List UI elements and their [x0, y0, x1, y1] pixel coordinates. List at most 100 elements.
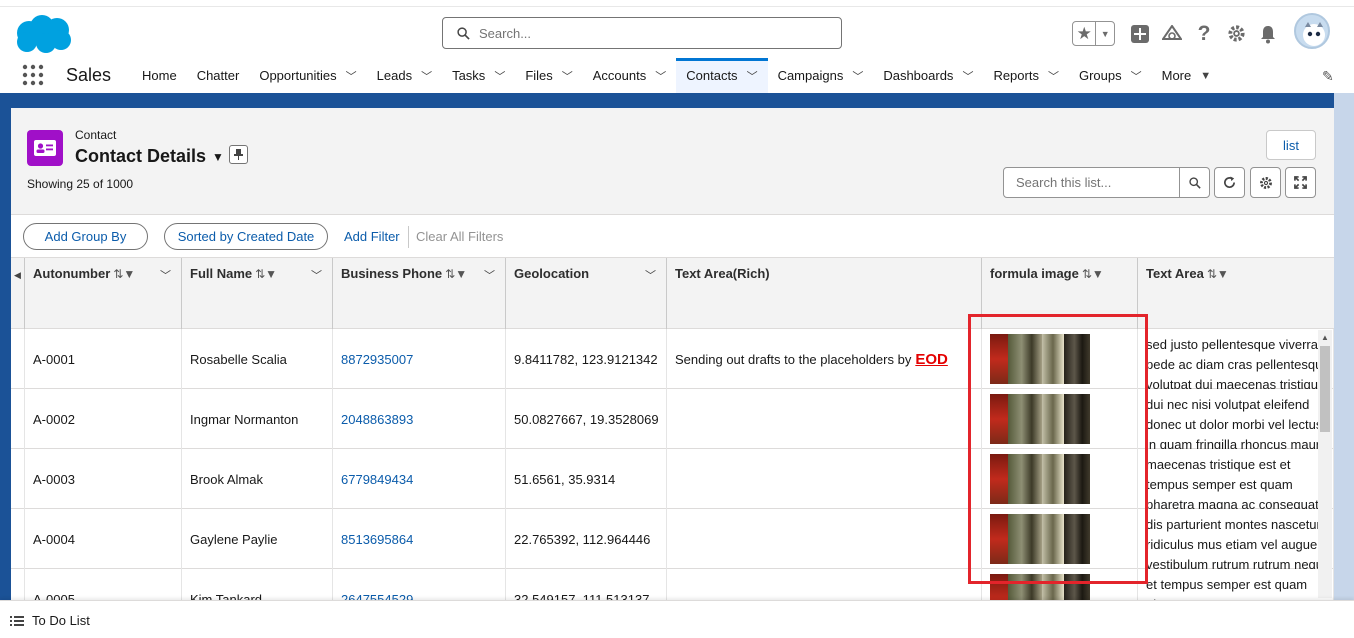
- nav-tab-label: Contacts: [686, 68, 738, 83]
- nav-tab-accounts[interactable]: Accounts ﹀: [583, 58, 676, 93]
- geolocation-cell: 51.6561, 35.9314: [506, 449, 667, 509]
- business-phone-link[interactable]: 6779849434: [333, 449, 506, 509]
- column-header-text-area[interactable]: Text Area ⇅▼: [1138, 258, 1334, 329]
- chevron-down-icon[interactable]: ﹀: [421, 68, 432, 84]
- sort-filter-icons[interactable]: ⇅▼: [1207, 267, 1229, 281]
- nav-tab-reports[interactable]: Reports ﹀: [983, 58, 1069, 93]
- caret-down-icon[interactable]: ▼: [1200, 70, 1211, 82]
- help-icon[interactable]: ?: [1193, 22, 1215, 45]
- column-header-text-area-rich[interactable]: Text Area(Rich): [667, 258, 982, 329]
- chevron-down-icon[interactable]: ﹀: [747, 68, 758, 84]
- autonumber-cell: A-0003: [25, 449, 182, 509]
- expand-icon: [1294, 176, 1307, 189]
- nav-tab-contacts[interactable]: Contacts ﹀: [676, 58, 768, 93]
- global-header: Search... ★ ▼ ?: [0, 6, 1354, 58]
- column-menu-chevron-icon[interactable]: ﹀: [311, 267, 322, 283]
- search-list-input[interactable]: Search this list...: [1003, 167, 1180, 198]
- nav-tab-dashboards[interactable]: Dashboards ﹀: [873, 58, 983, 93]
- scrollbar-thumb[interactable]: [1320, 346, 1330, 432]
- chevron-down-icon[interactable]: ﹀: [962, 68, 973, 84]
- search-icon: [457, 26, 470, 40]
- nav-tab-leads[interactable]: Leads ﹀: [367, 58, 442, 93]
- side-panel-strip: [1334, 93, 1354, 638]
- text-area-cell: dui nec nisi volutpat eleifend donec ut …: [1138, 389, 1334, 449]
- refresh-button[interactable]: [1214, 167, 1245, 198]
- column-header-autonumber[interactable]: Autonumber ⇅▼ ﹀: [25, 258, 182, 329]
- sort-filter-icons[interactable]: ⇅▼: [445, 267, 467, 281]
- sorted-by-button[interactable]: Sorted by Created Date: [164, 223, 328, 250]
- scroll-up-arrow-icon[interactable]: ▲: [1321, 333, 1329, 342]
- nav-tabs: Home Chatter Opportunities ﹀ Leads ﹀ Tasks ﹀ Fil…: [132, 58, 1221, 93]
- edit-nav-pencil-icon[interactable]: ✎: [1322, 68, 1334, 85]
- column-label: Geolocation: [514, 266, 590, 281]
- chevron-down-icon[interactable]: ﹀: [494, 68, 505, 84]
- text-area-cell: dis parturient montes nascetur ridiculus…: [1138, 509, 1334, 569]
- vertical-scrollbar[interactable]: ▲: [1318, 330, 1332, 598]
- caret-down-icon[interactable]: ▼: [212, 150, 224, 164]
- search-list-button[interactable]: [1179, 167, 1210, 198]
- app-launcher-icon[interactable]: [22, 64, 44, 86]
- nav-tab-tasks[interactable]: Tasks ﹀: [442, 58, 515, 93]
- nav-tab-groups[interactable]: Groups ﹀: [1069, 58, 1152, 93]
- row-gutter: [11, 449, 25, 509]
- business-phone-link[interactable]: 8872935007: [333, 329, 506, 389]
- nav-tab-files[interactable]: Files ﹀: [515, 58, 582, 93]
- star-icon[interactable]: ★: [1073, 22, 1097, 45]
- pin-list-view-button[interactable]: [229, 145, 248, 164]
- nav-tab-opportunities[interactable]: Opportunities ﹀: [249, 58, 366, 93]
- sort-filter-icons[interactable]: ⇅▼: [1082, 267, 1104, 281]
- business-phone-link[interactable]: 2048863893: [333, 389, 506, 449]
- scroll-left-caret-icon[interactable]: ◀: [11, 258, 25, 329]
- sort-filter-icons[interactable]: ⇅▼: [255, 267, 277, 281]
- global-search-input[interactable]: Search...: [442, 17, 842, 49]
- chevron-down-icon[interactable]: ﹀: [1131, 68, 1142, 84]
- list-view-header: Contact Contact Details ▼ Showing 25 of …: [11, 108, 1334, 215]
- text-area-rich-cell: [667, 449, 982, 509]
- nav-tab-label: Dashboards: [883, 68, 954, 83]
- nav-tab-campaigns[interactable]: Campaigns ﹀: [768, 58, 874, 93]
- user-avatar[interactable]: [1294, 13, 1330, 49]
- utility-bar: To Do List: [0, 600, 1354, 638]
- chevron-down-icon[interactable]: ﹀: [346, 68, 357, 84]
- notification-bell-icon[interactable]: [1257, 23, 1279, 45]
- business-phone-link[interactable]: 8513695864: [333, 509, 506, 569]
- trailhead-icon[interactable]: [1161, 23, 1183, 45]
- sort-filter-icons[interactable]: ⇅▼: [113, 267, 135, 281]
- add-filter-link[interactable]: Add Filter: [344, 229, 400, 244]
- column-header-full-name[interactable]: Full Name ⇅▼ ﹀: [182, 258, 333, 329]
- nav-tab-label: Chatter: [196, 68, 240, 83]
- add-icon[interactable]: [1129, 23, 1151, 45]
- salesforce-logo[interactable]: [13, 13, 73, 55]
- list-view-selector[interactable]: Contact Details ▼: [75, 146, 224, 167]
- chevron-down-icon[interactable]: ﹀: [655, 68, 666, 84]
- column-header-business-phone[interactable]: Business Phone ⇅▼ ﹀: [333, 258, 506, 329]
- list-settings-button[interactable]: [1250, 167, 1281, 198]
- chevron-down-icon[interactable]: ﹀: [562, 68, 573, 84]
- column-header-geolocation[interactable]: Geolocation ﹀: [506, 258, 667, 329]
- expand-view-button[interactable]: [1285, 167, 1316, 198]
- table-row: A-0003 Brook Almak 6779849434 51.6561, 35.9…: [11, 449, 1334, 509]
- nav-tab-more[interactable]: More ▼: [1152, 58, 1222, 93]
- favorites-button-group[interactable]: ★ ▼: [1072, 21, 1115, 46]
- column-header-formula-image[interactable]: formula image ⇅▼: [982, 258, 1138, 329]
- clear-all-filters-link[interactable]: Clear All Filters: [416, 229, 503, 244]
- full-name-cell: Gaylene Paylie: [182, 509, 333, 569]
- chevron-down-icon[interactable]: ▼: [1096, 22, 1114, 45]
- formula-image-thumbnail: [990, 334, 1090, 384]
- column-label: Full Name: [190, 266, 253, 281]
- column-menu-chevron-icon[interactable]: ﹀: [645, 267, 656, 283]
- nav-tab-chatter[interactable]: Chatter: [187, 58, 250, 93]
- task-list-icon: [10, 615, 24, 626]
- add-group-by-button[interactable]: Add Group By: [23, 223, 148, 250]
- column-menu-chevron-icon[interactable]: ﹀: [484, 267, 495, 283]
- chevron-down-icon[interactable]: ﹀: [1048, 68, 1059, 84]
- rich-text-emphasis: EOD: [915, 350, 948, 368]
- nav-tab-label: Accounts: [592, 68, 647, 83]
- column-menu-chevron-icon[interactable]: ﹀: [160, 267, 171, 283]
- todo-list-utility[interactable]: To Do List: [10, 613, 90, 628]
- list-button[interactable]: list: [1266, 130, 1316, 160]
- chevron-down-icon[interactable]: ﹀: [852, 68, 863, 84]
- nav-tab-home[interactable]: Home: [132, 58, 187, 93]
- setup-gear-icon[interactable]: [1225, 23, 1247, 45]
- geolocation-cell: 22.765392, 112.964446: [506, 509, 667, 569]
